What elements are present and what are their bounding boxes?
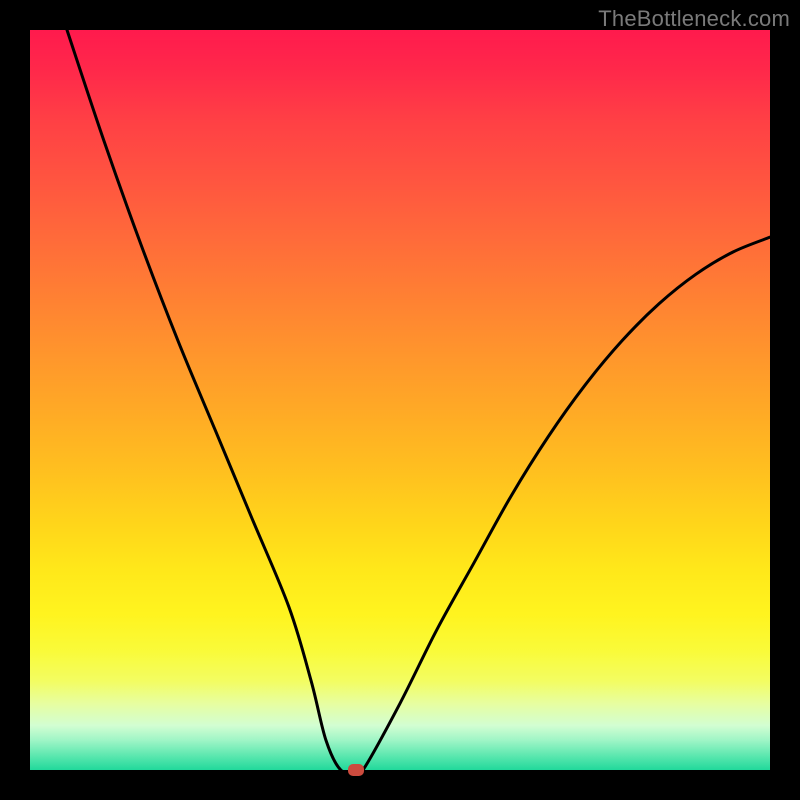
watermark-text: TheBottleneck.com: [598, 6, 790, 32]
optimal-marker: [348, 764, 364, 776]
bottleneck-curve: [30, 30, 770, 770]
plot-area: [30, 30, 770, 770]
chart-frame: TheBottleneck.com: [0, 0, 800, 800]
